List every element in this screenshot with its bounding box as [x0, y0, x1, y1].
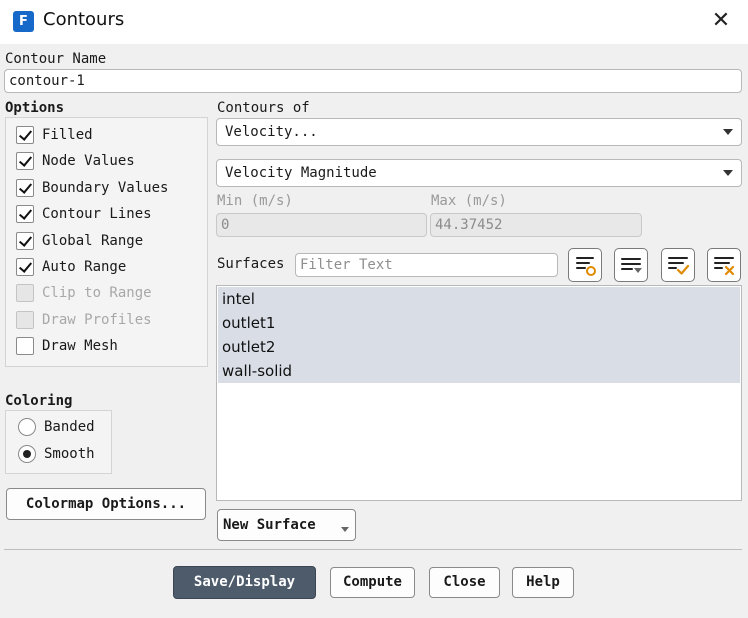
checkbox-icon[interactable]: [16, 258, 34, 276]
footer-separator: [4, 549, 742, 550]
option-node-values[interactable]: Node Values: [16, 150, 135, 172]
option-label: Global Range: [42, 232, 144, 249]
colormap-options-button[interactable]: Colormap Options...: [6, 488, 206, 520]
radio-icon[interactable]: [18, 445, 36, 463]
max-label: Max (m/s): [431, 193, 507, 209]
option-clip-to-range: Clip to Range: [16, 282, 152, 304]
checkbox-icon: [16, 284, 34, 303]
contour-name-input[interactable]: contour-1: [4, 69, 742, 93]
list-item[interactable]: intel: [218, 287, 740, 311]
checkbox-icon[interactable]: [16, 152, 34, 171]
options-group: Filled Node Values Boundary Values Contour …: [5, 117, 208, 367]
checkbox-icon[interactable]: [16, 337, 34, 356]
contour-name-label: Contour Name: [5, 51, 107, 67]
chevron-down-icon: [723, 129, 733, 135]
surfaces-filter-input[interactable]: Filter Text: [295, 253, 558, 277]
coloring-smooth[interactable]: Smooth: [18, 443, 95, 465]
new-surface-label: New Surface: [223, 517, 316, 533]
surfaces-list[interactable]: intel outlet1 outlet2 wall-solid: [216, 285, 742, 501]
coloring-heading: Coloring: [5, 393, 73, 409]
list-item[interactable]: outlet1: [218, 311, 740, 335]
max-value-field: 44.37452: [430, 213, 642, 237]
compute-button[interactable]: Compute: [330, 567, 415, 598]
min-value-field: 0: [216, 213, 427, 237]
min-label: Min (m/s): [217, 193, 293, 209]
option-label: Filled: [42, 127, 93, 143]
surfaces-label: Surfaces: [217, 256, 285, 272]
options-heading: Options: [5, 100, 65, 116]
filter-placeholder: Filter Text: [300, 257, 393, 273]
checkbox-icon[interactable]: [16, 205, 34, 224]
new-surface-button[interactable]: New Surface: [217, 509, 356, 541]
app-logo-icon: F: [13, 11, 34, 32]
close-button[interactable]: Close: [429, 567, 500, 598]
save-display-button[interactable]: Save/Display: [173, 566, 316, 599]
clear-selection-icon[interactable]: [707, 248, 741, 282]
option-draw-mesh[interactable]: Draw Mesh: [16, 335, 118, 357]
chevron-down-icon: [341, 527, 349, 532]
radio-icon[interactable]: [18, 418, 36, 436]
option-label: Draw Mesh: [42, 338, 118, 355]
close-icon[interactable]: ✕: [706, 6, 736, 36]
option-global-range[interactable]: Global Range: [16, 230, 143, 252]
contours-of-primary-value: Velocity...: [225, 124, 318, 140]
option-label: Node Values: [42, 153, 135, 170]
option-draw-profiles: Draw Profiles: [16, 309, 152, 331]
checkbox-icon: [16, 310, 34, 329]
contours-of-secondary-select[interactable]: Velocity Magnitude: [216, 159, 742, 187]
list-item[interactable]: wall-solid: [218, 359, 740, 383]
list-item[interactable]: outlet2: [218, 335, 740, 359]
checkbox-icon[interactable]: [16, 231, 34, 250]
contours-of-primary-select[interactable]: Velocity...: [216, 118, 742, 146]
option-auto-range[interactable]: Auto Range: [16, 256, 126, 278]
contours-of-label: Contours of: [217, 100, 310, 116]
option-filled[interactable]: Filled: [16, 124, 93, 146]
filter-dropdown-icon[interactable]: [614, 248, 648, 282]
option-label: Auto Range: [42, 259, 127, 275]
check-list-icon[interactable]: [661, 248, 695, 282]
option-label: Clip to Range: [42, 285, 152, 302]
coloring-group: Banded Smooth: [5, 410, 112, 474]
option-boundary-values[interactable]: Boundary Values: [16, 177, 168, 199]
help-button[interactable]: Help: [512, 567, 574, 598]
option-contour-lines[interactable]: Contour Lines: [16, 203, 152, 225]
select-all-icon[interactable]: [568, 248, 602, 282]
checkbox-icon[interactable]: [16, 178, 34, 197]
option-label: Draw Profiles: [42, 311, 152, 328]
window-title: Contours: [43, 9, 125, 30]
option-label: Boundary Values: [42, 179, 169, 196]
option-label: Contour Lines: [42, 206, 152, 223]
coloring-banded[interactable]: Banded: [18, 416, 95, 438]
coloring-label: Banded: [44, 419, 95, 435]
coloring-label: Smooth: [44, 446, 95, 462]
chevron-down-icon: [723, 170, 733, 176]
contours-of-secondary-value: Velocity Magnitude: [225, 165, 377, 181]
checkbox-icon[interactable]: [16, 126, 34, 144]
